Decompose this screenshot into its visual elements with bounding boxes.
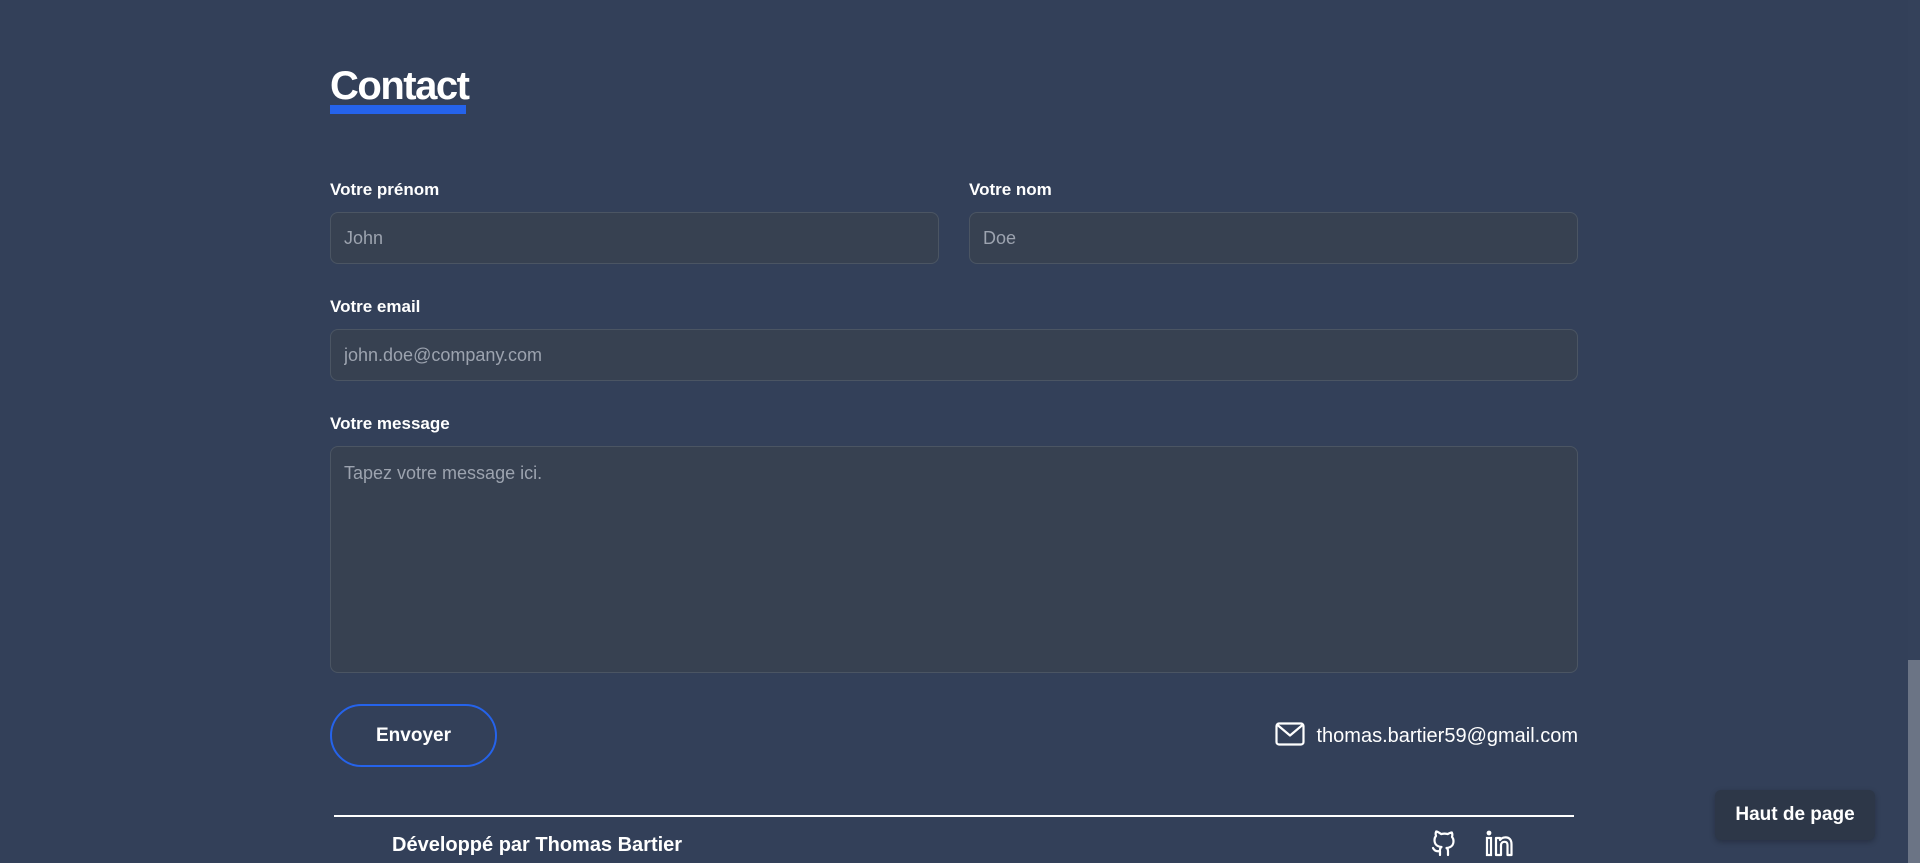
last-name-label: Votre nom (969, 180, 1052, 199)
mail-icon (1275, 722, 1306, 751)
github-link[interactable] (1430, 828, 1458, 863)
title-underline (330, 105, 466, 114)
message-textarea[interactable] (330, 446, 1578, 673)
message-label: Votre message (330, 414, 450, 433)
email-input[interactable] (330, 329, 1578, 381)
first-name-label: Votre prénom (330, 180, 440, 199)
page-title: Contact (330, 64, 470, 108)
scrollbar[interactable] (1908, 0, 1920, 863)
back-to-top-button[interactable]: Haut de page (1715, 790, 1875, 840)
contact-email-text: thomas.bartier59@gmail.com (1316, 725, 1578, 747)
scrollbar-thumb[interactable] (1908, 660, 1920, 863)
github-icon (1430, 830, 1458, 862)
linkedin-icon (1485, 830, 1515, 862)
linkedin-link[interactable] (1485, 828, 1515, 863)
first-name-input[interactable] (330, 212, 939, 264)
contact-email[interactable]: thomas.bartier59@gmail.com (1275, 722, 1578, 751)
last-name-input[interactable] (969, 212, 1578, 264)
send-button[interactable]: Envoyer (330, 704, 497, 767)
email-label: Votre email (330, 297, 421, 316)
footer-divider (334, 815, 1574, 817)
footer-credit: Développé par Thomas Bartier (392, 834, 683, 856)
